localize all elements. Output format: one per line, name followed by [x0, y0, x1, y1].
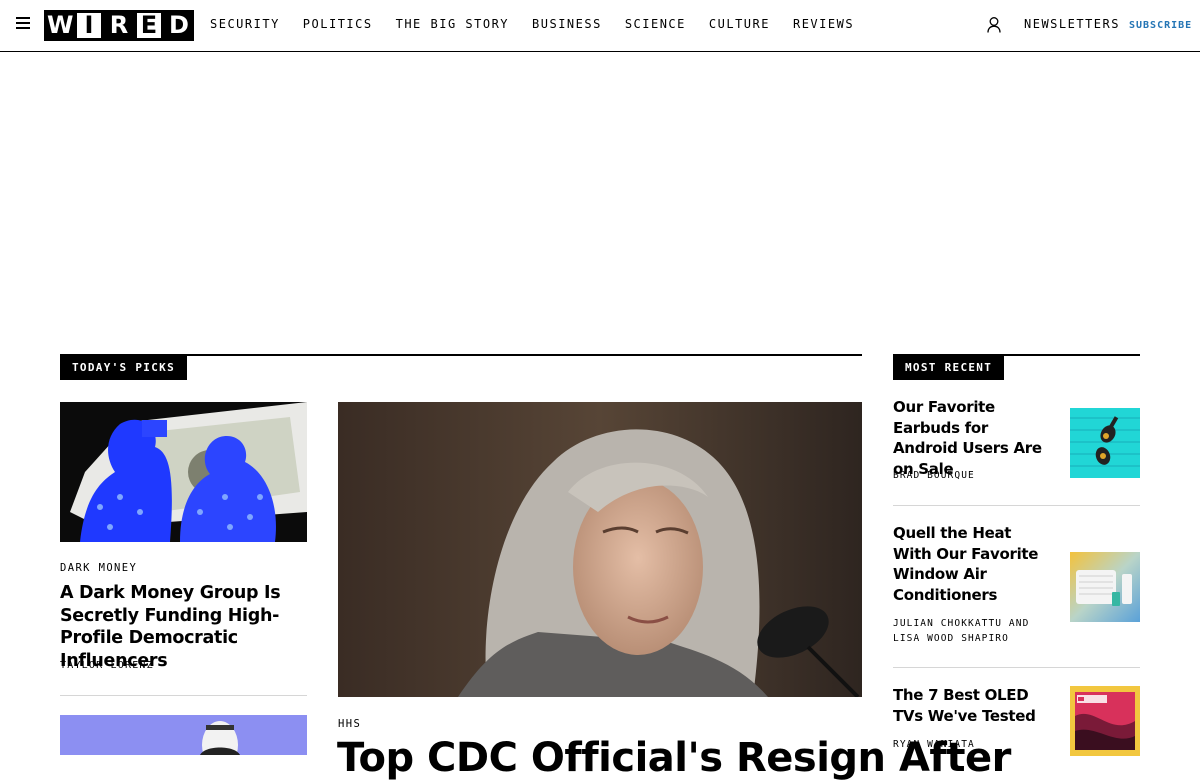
newsletters-link[interactable]: NEWSLETTERS: [1024, 17, 1120, 31]
logo-letter: I: [74, 10, 104, 41]
story-byline[interactable]: TAYLOR LORENZ: [60, 660, 154, 671]
air-conditioner-thumbnail[interactable]: [1070, 552, 1140, 622]
oled-tv-thumbnail[interactable]: [1070, 686, 1140, 756]
nav-science[interactable]: SCIENCE: [625, 17, 686, 31]
most-recent-label: MOST RECENT: [893, 356, 1005, 380]
recent-divider: [893, 667, 1140, 668]
subscribe-link[interactable]: SUBSCRIBE: [1129, 20, 1192, 31]
story-divider: [60, 695, 307, 696]
recent-headline[interactable]: Our Favorite Earbuds for Android Users A…: [893, 397, 1053, 479]
user-icon[interactable]: [986, 16, 1002, 34]
earbuds-thumbnail[interactable]: [1070, 408, 1140, 478]
story-kicker[interactable]: DARK MONEY: [60, 562, 137, 574]
nav-politics[interactable]: POLITICS: [303, 17, 373, 31]
nav-the-big-story[interactable]: THE BIG STORY: [396, 17, 509, 31]
logo-letter: E: [134, 10, 164, 41]
recent-headline[interactable]: The 7 Best OLED TVs We've Tested: [893, 685, 1053, 726]
recent-headline[interactable]: Quell the Heat With Our Favorite Window …: [893, 523, 1053, 605]
main-nav: SECURITY POLITICS THE BIG STORY BUSINESS…: [210, 17, 877, 31]
story-headline[interactable]: A Dark Money Group Is Secretly Funding H…: [60, 582, 310, 672]
recent-byline[interactable]: JULIAN CHOKKATTU AND LISA WOOD SHAPIRO: [893, 616, 1053, 646]
hamburger-menu-icon[interactable]: [16, 17, 30, 29]
recent-byline[interactable]: BRAD BOURQUE: [893, 468, 1053, 483]
nav-business[interactable]: BUSINESS: [532, 17, 602, 31]
nav-culture[interactable]: CULTURE: [709, 17, 770, 31]
wired-logo[interactable]: W I R E D: [44, 10, 194, 41]
logo-letter: W: [44, 10, 74, 41]
todays-picks-label: TODAY'S PICKS: [60, 356, 187, 380]
feature-image[interactable]: [338, 402, 862, 697]
feature-kicker[interactable]: HHS: [338, 718, 361, 730]
logo-letter: R: [104, 10, 134, 41]
nav-reviews[interactable]: REVIEWS: [793, 17, 854, 31]
nav-security[interactable]: SECURITY: [210, 17, 280, 31]
second-story-image[interactable]: [60, 715, 307, 755]
dark-money-image[interactable]: [60, 402, 307, 542]
recent-divider: [893, 505, 1140, 506]
logo-letter: D: [164, 10, 194, 41]
site-header: W I R E D SECURITY POLITICS THE BIG STOR…: [0, 0, 1200, 52]
